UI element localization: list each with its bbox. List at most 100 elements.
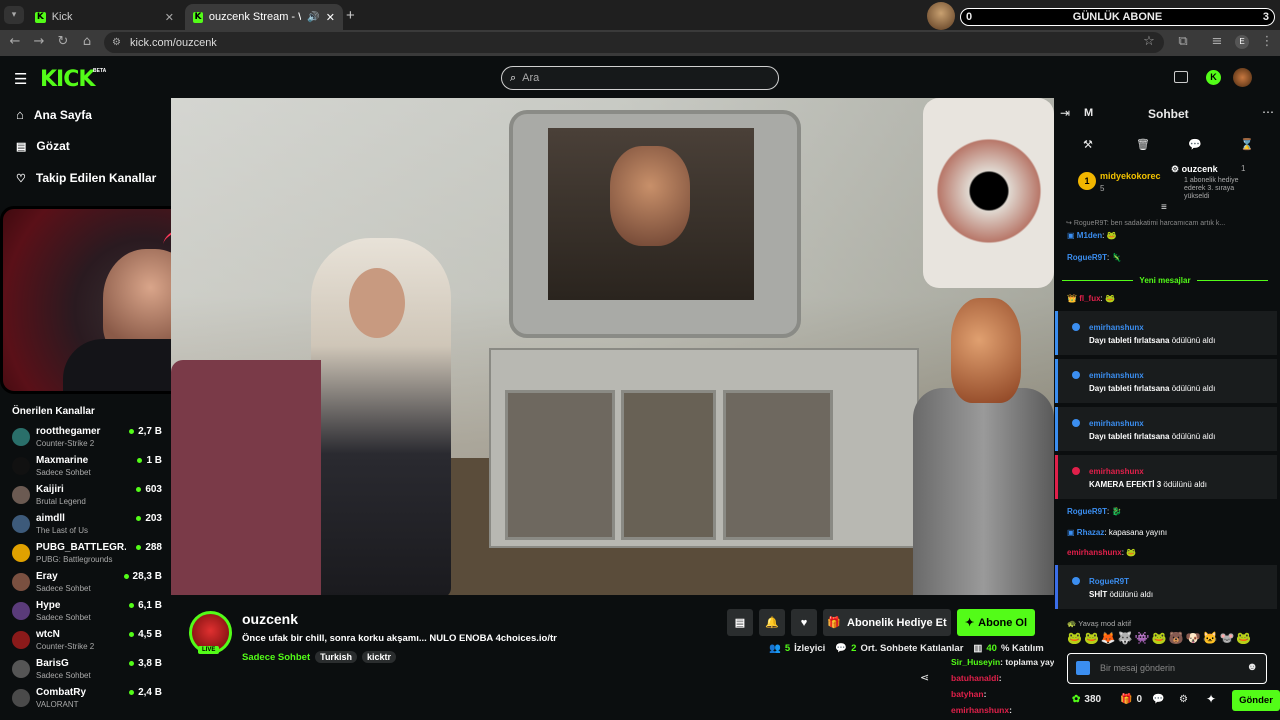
- home-icon[interactable]: ⌂: [78, 33, 96, 51]
- bell-icon[interactable]: 🔔: [759, 609, 785, 636]
- tab-search-icon[interactable]: ▾: [4, 6, 24, 24]
- emote-icon: 🐸: [1126, 548, 1137, 557]
- tag-kicktr[interactable]: kicktr: [361, 651, 396, 663]
- chat-username[interactable]: emirhanshunx: [1067, 548, 1122, 557]
- sidebar-item-following[interactable]: ♡ Takip Edilen Kanallar: [16, 171, 156, 185]
- back-icon[interactable]: ←: [6, 33, 24, 51]
- chat-username[interactable]: fl_fux: [1079, 294, 1100, 303]
- reward-user[interactable]: emirhanshunx: [1089, 467, 1144, 476]
- category-link[interactable]: Sadece Sohbet: [242, 652, 310, 663]
- channel-name: Maxmarine: [36, 455, 89, 466]
- speaker-icon[interactable]: 🔊: [307, 12, 319, 23]
- hamburger-menu-icon[interactable]: ☰: [14, 70, 27, 88]
- channel-avatar: [12, 457, 30, 475]
- bookmark-star-icon[interactable]: ☆: [1140, 33, 1158, 51]
- reward-text: KAMERA EFEKTİ 3 ödülünü aldı: [1089, 480, 1207, 489]
- emoji-icon[interactable]: ☻: [1246, 661, 1258, 673]
- tab-ouzcenk[interactable]: K ouzcenk Stream - Watch Li 🔊 ✕: [185, 4, 343, 30]
- sidebar-channel[interactable]: PUBG_BATTLEGR... PUBG: Battlegrounds 288: [12, 542, 162, 570]
- close-icon[interactable]: ✕: [326, 11, 335, 24]
- kick-wallet-icon[interactable]: K: [1206, 70, 1221, 85]
- heart-follow-icon[interactable]: ♥: [791, 609, 817, 636]
- points-icon: ✿: [1072, 694, 1081, 705]
- sidebar-channel[interactable]: aimdll The Last of Us 203: [12, 513, 162, 541]
- mod-hammer-icon[interactable]: ⚒: [1083, 138, 1093, 151]
- tab-kick[interactable]: K Kick ✕: [27, 4, 182, 30]
- video-player[interactable]: [171, 98, 1054, 595]
- chat-bubble-icon[interactable]: 💬: [1152, 694, 1164, 705]
- user-avatar[interactable]: [1233, 68, 1252, 87]
- chat-username[interactable]: M1den: [1077, 231, 1102, 240]
- search-input[interactable]: ⌕ Ara: [501, 66, 779, 90]
- sidebar-channel[interactable]: Maxmarine Sadece Sohbet 1 B: [12, 455, 162, 483]
- leader-count-2: 1: [1241, 164, 1246, 173]
- collapse-chat-icon[interactable]: ⇥: [1060, 106, 1070, 120]
- channel-name[interactable]: ouzcenk: [242, 611, 298, 627]
- channel-viewers: 6,1 B: [129, 600, 162, 611]
- viewer-label: İzleyici: [794, 643, 826, 654]
- theater-mode-icon[interactable]: [1174, 71, 1188, 83]
- chat-bubble-icon[interactable]: 💬: [1188, 138, 1202, 151]
- hourglass-icon[interactable]: ⌛: [1240, 138, 1254, 151]
- teapot: [951, 298, 1021, 403]
- channel-viewers: 288: [136, 542, 162, 553]
- sidebar-channel[interactable]: rootthegamer Counter-Strike 2 2,7 B: [12, 426, 162, 454]
- sidebar-channel[interactable]: CombatRy VALORANT 2,4 B: [12, 687, 162, 715]
- reward-title: Dayı tableti fırlatsana: [1089, 384, 1170, 393]
- reload-icon[interactable]: ↻: [54, 33, 72, 51]
- sidebar-channel[interactable]: wtcN Counter-Strike 2 4,5 B: [12, 629, 162, 657]
- media-icon[interactable]: ≡: [1208, 33, 1226, 51]
- clip-icon[interactable]: ▤: [727, 609, 753, 636]
- reward-title: KAMERA EFEKTİ 3: [1089, 480, 1162, 489]
- sofa: [171, 360, 321, 595]
- trash-icon[interactable]: 🗑: [1136, 138, 1150, 151]
- reward-user[interactable]: emirhanshunx: [1089, 323, 1144, 332]
- sidebar-channel[interactable]: Eray Sadece Sohbet 28,3 B: [12, 571, 162, 599]
- expand-pinned-icon[interactable]: ≡: [1161, 202, 1167, 213]
- gift-sub-button[interactable]: 🎁 Abonelik Hediye Et: [823, 609, 951, 636]
- chat-username[interactable]: RogueR9T: [1067, 507, 1107, 516]
- reward-user[interactable]: emirhanshunx: [1089, 419, 1144, 428]
- reward-user[interactable]: emirhanshunx: [1089, 371, 1144, 380]
- url-field[interactable]: ⚙ kick.com/ouzcenk: [104, 32, 1164, 53]
- subscribe-button[interactable]: ✦ Abone Ol: [957, 609, 1035, 636]
- chat-message: ▣ M1den: 🐸: [1067, 231, 1117, 240]
- chat-username[interactable]: RogueR9T: [1067, 253, 1107, 262]
- emote-bar[interactable]: 🐸🐸🦊🐺👾🐸🐻🐶🐱🐭🐸: [1067, 631, 1267, 649]
- tv-set: [509, 110, 801, 338]
- kick-logo[interactable]: KICK: [40, 67, 95, 92]
- share-icon[interactable]: ⋖: [920, 671, 929, 684]
- kick-bot-icon[interactable]: ✦: [1206, 692, 1216, 706]
- overlay-chat-line: batyhan:: [951, 689, 987, 699]
- site-info-icon[interactable]: ⚙: [112, 37, 121, 48]
- menu-dots-icon[interactable]: ⋮: [1258, 33, 1276, 51]
- cabinet-door-left: [505, 390, 615, 540]
- reward-user[interactable]: RogueR9T: [1089, 577, 1129, 586]
- new-tab-icon[interactable]: +: [346, 7, 355, 24]
- forward-icon[interactable]: →: [30, 33, 48, 51]
- sidebar-item-browse[interactable]: ▤ Gözat: [16, 139, 70, 153]
- close-icon[interactable]: ✕: [165, 11, 174, 24]
- sidebar-channel[interactable]: Hype Sadece Sohbet 6,1 B: [12, 600, 162, 628]
- gift-counter[interactable]: 🎁 0: [1120, 694, 1142, 705]
- reward-message: RogueR9T SHİT ödülünü aldı: [1055, 565, 1277, 609]
- stove: [913, 388, 1054, 595]
- chat-message: RogueR9T: 🐉: [1067, 507, 1122, 516]
- sidebar-channel[interactable]: Kaijiri Brutal Legend 603: [12, 484, 162, 512]
- chat-input-placeholder: Bir mesaj gönderin: [1100, 663, 1176, 673]
- extensions-icon[interactable]: ⧉: [1174, 33, 1192, 51]
- reward-text: SHİT ödülünü aldı: [1089, 590, 1153, 599]
- profile-avatar[interactable]: E: [1235, 35, 1249, 49]
- sidebar-item-home[interactable]: ⌂ Ana Sayfa: [16, 107, 92, 122]
- sidebar-channel[interactable]: BarisG Sadece Sohbet 3,8 B: [12, 658, 162, 686]
- tag-turkish[interactable]: Turkish: [315, 651, 357, 663]
- chat-input[interactable]: Bir mesaj gönderin ☻: [1067, 653, 1267, 684]
- settings-gear-icon[interactable]: ⚙: [1179, 694, 1188, 705]
- leader-user-1[interactable]: midyekokorec: [1100, 171, 1161, 181]
- chat-options-icon[interactable]: ⋯: [1262, 105, 1274, 119]
- leader-user-2[interactable]: ⚙ ouzcenk: [1171, 164, 1218, 175]
- channel-points[interactable]: ✿ 380: [1072, 694, 1101, 705]
- channel-category: Sadece Sohbet: [36, 671, 91, 680]
- send-button[interactable]: Gönder: [1232, 690, 1280, 711]
- chat-username[interactable]: Rhazaz: [1077, 528, 1105, 537]
